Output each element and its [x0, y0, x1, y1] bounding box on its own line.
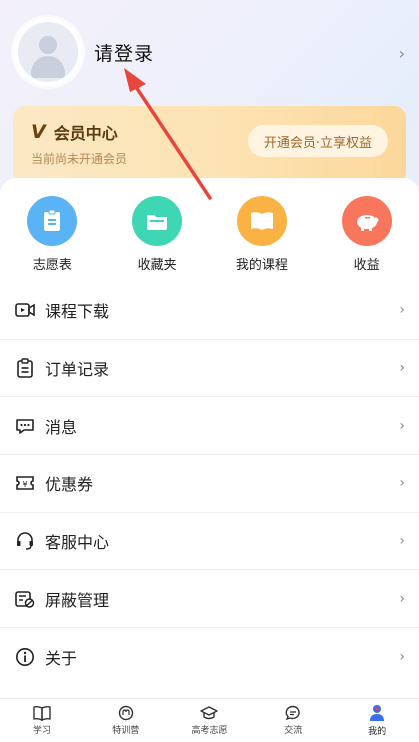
clipboard-icon [14, 357, 36, 379]
tab-mine[interactable]: 我的 [335, 699, 419, 742]
tab-gaokao-volunteer[interactable]: 高考志愿 [168, 699, 252, 742]
tab-communication[interactable]: 交流 [251, 699, 335, 742]
chevron-right-icon: › [399, 475, 405, 492]
tab-training-camp[interactable]: 特训营 [84, 699, 168, 742]
menu-item-orders[interactable]: 订单记录 › [0, 340, 419, 398]
message-icon [14, 415, 36, 437]
login-prompt[interactable]: 请登录 [94, 39, 154, 66]
vip-title-text: 会员中心 [53, 124, 118, 143]
user-icon [370, 705, 385, 721]
vip-subtitle: 当前尚未开通会员 [31, 152, 128, 166]
menu-label: 屏蔽管理 [45, 590, 110, 610]
shortcut-label: 志愿表 [32, 258, 72, 273]
menu-item-block-management[interactable]: 屏蔽管理 › [0, 570, 419, 629]
info-icon [14, 646, 36, 668]
tab-label: 学习 [32, 726, 51, 736]
menu-label: 客服中心 [45, 533, 110, 553]
shortcut-earnings[interactable]: 收益 [314, 196, 419, 273]
chevron-right-icon: › [399, 648, 405, 665]
menu-label: 消息 [45, 417, 78, 437]
bottom-tab-bar: 学习 特训营 高考志愿 交流 我的 [0, 698, 419, 742]
tab-label: 交流 [284, 726, 303, 736]
settings-menu: 课程下载 › 订单记录 › 消息 › ¥ 优惠券 › 客服中心 › 屏蔽管理 ›… [0, 282, 419, 686]
headset-icon [14, 530, 36, 552]
graduation-cap-icon [200, 706, 219, 720]
shortcut-volunteer-form[interactable]: 志愿表 [0, 196, 105, 273]
piggy-bank-icon [341, 196, 392, 246]
chevron-right-icon: › [399, 417, 405, 434]
folder-icon [132, 196, 183, 246]
vip-card[interactable]: V 会员中心 当前尚未开通会员 开通会员·立享权益 [13, 106, 406, 184]
avatar[interactable] [14, 18, 82, 86]
chevron-right-icon[interactable]: › [399, 44, 405, 63]
menu-label: 课程下载 [45, 302, 110, 322]
menu-item-messages[interactable]: 消息 › [0, 397, 419, 456]
main-card: 志愿表 收藏夹 我的课程 收益 课程下载 › 订单记录 › 消息 › ¥ 优惠券… [0, 178, 419, 698]
chevron-right-icon: › [399, 533, 405, 550]
chat-icon [285, 705, 301, 721]
shortcut-label: 我的课程 [235, 258, 288, 273]
shortcut-row: 志愿表 收藏夹 我的课程 收益 [0, 196, 419, 273]
video-download-icon [14, 299, 36, 321]
menu-label: 关于 [45, 648, 78, 668]
tab-study[interactable]: 学习 [0, 699, 84, 742]
book-open-icon [33, 705, 51, 721]
menu-item-coupons[interactable]: ¥ 优惠券 › [0, 455, 419, 513]
coupon-icon: ¥ [14, 472, 36, 494]
shortcut-label: 收藏夹 [137, 258, 177, 273]
chevron-right-icon: › [399, 360, 405, 377]
menu-item-customer-service[interactable]: 客服中心 › [0, 513, 419, 571]
menu-label: 订单记录 [45, 360, 110, 380]
profile-login[interactable]: 请登录 [14, 18, 154, 86]
open-vip-button[interactable]: 开通会员·立享权益 [247, 125, 388, 157]
chevron-right-icon: › [399, 302, 405, 319]
shortcut-my-courses[interactable]: 我的课程 [210, 196, 315, 273]
vip-title: V 会员中心 [31, 120, 118, 144]
tab-label: 高考志愿 [191, 726, 228, 736]
menu-item-course-download[interactable]: 课程下载 › [0, 282, 419, 340]
form-icon [27, 196, 78, 246]
shortcut-label: 收益 [353, 258, 380, 273]
tab-label: 我的 [368, 727, 387, 737]
block-manage-icon [14, 588, 36, 610]
camp-icon [118, 705, 133, 721]
vip-v-icon: V [31, 121, 46, 143]
book-icon [236, 196, 287, 246]
chevron-right-icon: › [399, 590, 405, 607]
shortcut-favorites[interactable]: 收藏夹 [105, 196, 210, 273]
tab-label: 特训营 [112, 726, 140, 736]
menu-label: 优惠券 [45, 475, 94, 495]
default-avatar-icon [18, 22, 78, 82]
svg-text:¥: ¥ [22, 480, 27, 489]
menu-item-about[interactable]: 关于 › [0, 628, 419, 686]
